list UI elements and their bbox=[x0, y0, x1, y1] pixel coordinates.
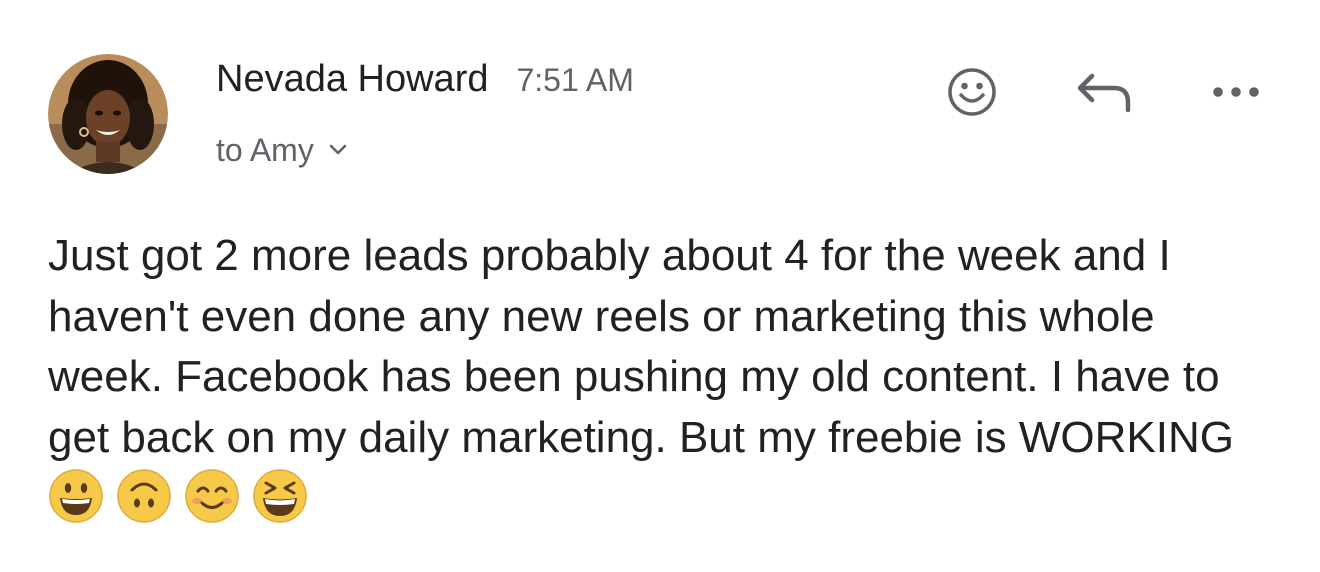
smiley-icon bbox=[948, 68, 996, 116]
grinning-squinting-face-emoji bbox=[252, 468, 308, 524]
reply-arrow-icon bbox=[1077, 73, 1131, 113]
grinning-face-emoji bbox=[48, 468, 104, 524]
more-horizontal-icon bbox=[1213, 87, 1259, 97]
recipient-details-toggle[interactable]: to Amy bbox=[216, 130, 348, 170]
more-options-button[interactable] bbox=[1204, 72, 1268, 112]
avatar-photo bbox=[48, 54, 168, 174]
reply-button[interactable] bbox=[1072, 64, 1136, 120]
message-timestamp: 7:51 AM bbox=[516, 62, 634, 98]
recipient-label: to Amy bbox=[216, 131, 314, 168]
sender-name[interactable]: Nevada Howard bbox=[216, 58, 488, 101]
smiling-face-with-smiling-eyes-emoji bbox=[184, 468, 240, 524]
message-body-text: Just got 2 more leads probably about 4 f… bbox=[48, 231, 1234, 462]
sender-avatar[interactable] bbox=[48, 54, 168, 174]
upside-down-face-emoji bbox=[116, 468, 172, 524]
add-reaction-button[interactable] bbox=[940, 60, 1004, 124]
chevron-down-icon bbox=[328, 143, 348, 157]
message-body: Just got 2 more leads probably about 4 f… bbox=[48, 226, 1278, 529]
sender-header: Nevada Howard 7:51 AM bbox=[216, 58, 634, 102]
